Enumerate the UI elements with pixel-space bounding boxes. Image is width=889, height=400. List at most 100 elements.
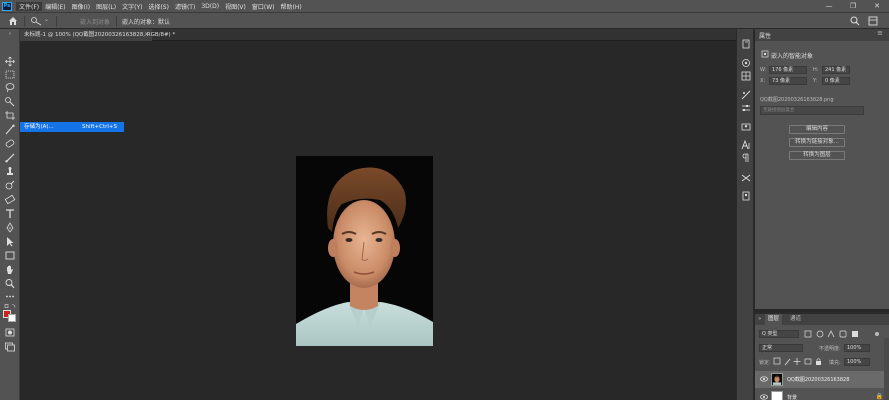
minimize-button[interactable]: — (817, 0, 841, 12)
layer-name[interactable]: 背景 (787, 394, 797, 400)
panel-menu-icon[interactable]: ≡ (877, 29, 883, 37)
adjustments-panel-icon[interactable] (740, 90, 752, 100)
document-tab[interactable]: 未标题-1 @ 100% (QQ截图20200326163828, RGB/8#… (20, 29, 175, 41)
divider (56, 16, 57, 27)
layer-row[interactable]: 背景 🔒 (755, 389, 889, 400)
close-tab-icon[interactable]: × (144, 29, 149, 41)
menu-select[interactable]: 选择(S) (145, 2, 172, 11)
swatches-panel-icon[interactable] (740, 71, 752, 81)
search-icon[interactable] (849, 15, 861, 27)
tools-panel: » (0, 29, 20, 400)
tab-layers[interactable]: 图层 (765, 314, 783, 325)
menu-help[interactable]: 帮助(H) (278, 2, 305, 11)
fill-field[interactable]: 100% (844, 358, 870, 366)
menu-filter[interactable]: 滤镜(T) (172, 2, 198, 11)
clone-stamp-tool-icon[interactable] (3, 166, 17, 177)
properties-tab[interactable]: 属性 (759, 31, 771, 40)
width-label: W: (760, 67, 767, 73)
pen-tool-icon[interactable] (3, 222, 17, 233)
save-as-shortcut: Shift+Ctrl+S (82, 124, 117, 130)
crop-tool-icon[interactable] (3, 110, 17, 121)
paragraph-panel-icon[interactable] (740, 153, 752, 163)
healing-brush-tool-icon[interactable] (3, 138, 17, 149)
properties-tab-header: 属性 ≡ (755, 29, 889, 41)
quick-selection-tool-icon[interactable] (3, 96, 17, 107)
character-panel-icon[interactable] (740, 139, 752, 150)
marquee-tool-icon[interactable] (3, 69, 17, 80)
panel-icon-column (736, 29, 754, 400)
home-icon[interactable] (8, 16, 18, 26)
zoom-tool-icon[interactable] (3, 278, 17, 289)
x-label: X: (760, 78, 766, 84)
move-tool-icon[interactable] (3, 56, 17, 67)
save-as-menu-item[interactable]: 存储为(A)... Shift+Ctrl+S (20, 122, 124, 132)
opacity-field[interactable]: 100% (844, 344, 870, 352)
libraries-panel-icon[interactable] (740, 122, 752, 132)
save-as-label: 存储为(A)... (24, 124, 54, 130)
path-selection-tool-icon[interactable] (3, 236, 17, 247)
height-field[interactable]: 241 像素 (822, 66, 850, 74)
tab-channels[interactable]: 通道 (787, 314, 804, 325)
layers-tabs: » 图层 通道 (755, 314, 889, 325)
smart-object-icon (761, 50, 769, 58)
width-field[interactable]: 176 像素 (769, 66, 807, 74)
layers-panel: » 图层 通道 Q 类型 正常 不透明度: 100% 锁定: 填充: 100% (755, 312, 889, 400)
shape-tool-icon[interactable] (3, 250, 17, 261)
screen-mode-icon[interactable] (3, 341, 17, 352)
menu-layer[interactable]: 图层(L) (93, 2, 119, 11)
x-field[interactable]: 73 像素 (769, 77, 807, 85)
menu-window[interactable]: 窗口(W) (249, 2, 278, 11)
edit-contents-button[interactable]: 编辑内容 (789, 125, 845, 134)
convert-to-linked-button[interactable]: 转换为链接对象... (789, 138, 845, 147)
brush-tool-icon[interactable] (3, 152, 17, 163)
close-button[interactable]: ✕ (865, 0, 889, 12)
quick-selection-tool-icon[interactable] (30, 16, 44, 26)
chevron-down-icon[interactable]: ⌄ (44, 16, 49, 23)
swap-colors-icon[interactable] (3, 301, 17, 309)
quick-mask-icon[interactable] (3, 327, 17, 338)
collapse-icon[interactable]: » (4, 31, 16, 37)
embed-option[interactable]: 嵌入到对象 (80, 17, 110, 26)
hand-tool-icon[interactable] (3, 264, 17, 275)
menu-file[interactable]: 文件(F) (16, 1, 43, 11)
portrait-image[interactable] (296, 156, 433, 346)
history-brush-tool-icon[interactable] (3, 180, 17, 191)
eye-icon[interactable] (760, 376, 768, 382)
restore-button[interactable]: ❐ (841, 0, 865, 12)
menu-type[interactable]: 文字(Y) (119, 2, 145, 11)
y-label: Y: (813, 78, 818, 84)
workspace-icon[interactable] (867, 15, 879, 27)
color-panel-icon[interactable] (740, 58, 752, 68)
menu-edit[interactable]: 编辑(E) (42, 2, 68, 11)
eyedropper-tool-icon[interactable] (3, 124, 17, 135)
lasso-tool-icon[interactable] (3, 82, 17, 93)
layer-row[interactable]: QQ截图20200326163828 (755, 371, 889, 388)
eye-icon[interactable] (760, 394, 768, 400)
layer-thumbnail (771, 373, 783, 386)
convert-to-layers-button[interactable]: 转换为图层 (789, 151, 845, 160)
layers-scrollbar[interactable] (884, 338, 889, 400)
layer-name[interactable]: QQ截图20200326163828 (787, 376, 849, 383)
tools-preset-icon[interactable] (740, 173, 752, 183)
y-field[interactable]: 0 像素 (822, 77, 850, 85)
lock-icons[interactable] (773, 357, 823, 366)
embedded-object-option[interactable]: 嵌入的对象：默认 (122, 17, 170, 26)
collapse-icon[interactable]: » (755, 314, 764, 325)
blend-mode-select[interactable]: 正常 (759, 344, 803, 352)
menu-3d[interactable]: 3D(D) (198, 3, 222, 10)
layer-filter-select[interactable]: Q 类型 (759, 330, 799, 338)
photoshop-logo: Ps (2, 1, 12, 11)
menu-image[interactable]: 图像(I) (69, 2, 93, 11)
layer-filter-icons[interactable] (803, 329, 883, 339)
lock-icon[interactable]: 🔒 (876, 393, 883, 400)
eraser-tool-icon[interactable] (3, 194, 17, 205)
background-color-swatch[interactable] (8, 314, 16, 322)
notes-panel-icon[interactable] (740, 191, 752, 201)
window-controls: — ❐ ✕ (817, 0, 889, 12)
history-panel-icon[interactable] (740, 39, 752, 49)
fill-label: 填充: (829, 360, 841, 366)
type-tool-icon[interactable] (3, 208, 17, 219)
layer-comp-select[interactable]: 无链接图层复合 (760, 106, 864, 115)
properties-panel-icon[interactable] (740, 103, 752, 113)
menu-view[interactable]: 视图(V) (222, 2, 249, 11)
